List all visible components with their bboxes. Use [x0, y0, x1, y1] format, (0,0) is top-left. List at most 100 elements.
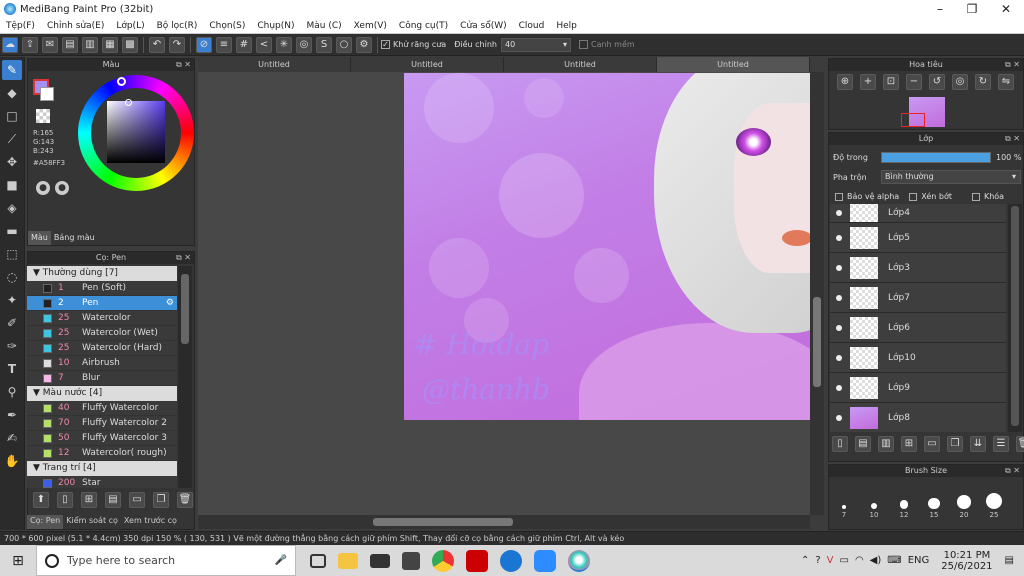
new-layer-icon[interactable]: ▯ [832, 436, 848, 452]
rect-fill-tool-icon[interactable]: ■ [2, 175, 22, 195]
select-eraser-tool-icon[interactable]: ✑ [2, 336, 22, 356]
battery-icon[interactable]: ▭ [839, 555, 848, 566]
duplicate-icon[interactable]: ❐ [153, 492, 169, 508]
task-view-icon[interactable] [310, 553, 326, 568]
medibang-taskbar-icon[interactable] [568, 549, 590, 572]
menu-item[interactable]: Công cụ(T) [393, 21, 454, 31]
folder-icon[interactable]: ▭ [924, 436, 940, 452]
visibility-eye-icon[interactable] [836, 384, 842, 391]
radial-snap-icon[interactable]: ✳ [276, 36, 292, 53]
brush-item[interactable]: 50 Fluffy Watercolor 3 [27, 431, 177, 446]
maximize-button[interactable]: ❐ [956, 0, 988, 18]
layer-row[interactable]: Lớp4 [830, 204, 1006, 223]
dialog-icon[interactable]: ▤ [62, 36, 78, 53]
eraser-tool-icon[interactable]: ◆ [2, 83, 22, 103]
rotate-right-icon[interactable]: ↻ [975, 74, 991, 90]
menu-item[interactable]: Help [550, 21, 583, 31]
file-explorer-icon[interactable] [338, 552, 358, 569]
language-indicator[interactable]: ENG [908, 555, 930, 566]
menu-item[interactable]: Xem(V) [348, 21, 393, 31]
keyboard-icon[interactable]: ⌨ [887, 555, 901, 566]
store-icon[interactable] [402, 551, 420, 570]
tray-chevron-icon[interactable]: ⌃ [801, 555, 809, 566]
brush-panel-tab[interactable]: Cọ: Pen [27, 515, 64, 529]
shape-tool-icon[interactable]: □ [2, 106, 22, 126]
brush-item[interactable]: 12 Watercolor( rough) [27, 446, 177, 461]
clock-time[interactable]: 10:21 PM [944, 550, 991, 561]
panel-close-icon[interactable]: ⧉ ✕ [176, 59, 191, 71]
brush-item[interactable]: 10 Airbrush [27, 356, 177, 371]
gear-icon[interactable]: ⚙ [166, 296, 174, 311]
panel-close-icon[interactable]: ⧉ ✕ [1005, 465, 1020, 477]
notification-icon[interactable]: ▤ [1005, 555, 1014, 566]
ellipse-snap-icon[interactable]: ○ [336, 36, 352, 53]
brush-size-option[interactable]: 12 [889, 500, 919, 519]
tab-document[interactable]: Untitled [351, 57, 504, 72]
visibility-eye-icon[interactable] [836, 414, 842, 421]
clip-checkbox[interactable] [909, 192, 918, 201]
wifi-icon[interactable]: ◠ [855, 555, 864, 566]
opera-icon[interactable] [466, 549, 488, 572]
tab-document[interactable]: Untitled [657, 57, 810, 72]
panel-icon[interactable]: ▦ [102, 36, 118, 53]
cloud-icon[interactable]: ☁ [2, 36, 18, 53]
blend-dropdown[interactable]: Bình thường ▾ [881, 170, 1021, 184]
vanishing-snap-icon[interactable]: < [256, 36, 272, 53]
clock-date[interactable]: 25/6/2021 [941, 561, 992, 572]
mail-icon[interactable] [370, 553, 390, 568]
visibility-eye-icon[interactable] [836, 264, 842, 271]
microphone-icon[interactable]: 🎤 [275, 555, 287, 566]
upload-brush-icon[interactable]: ⬆ [33, 492, 49, 508]
menu-item[interactable]: Tệp(F) [0, 21, 41, 31]
rotate-left-icon[interactable]: ↺ [929, 74, 945, 90]
tab-color[interactable]: Màu [28, 231, 51, 245]
brush-size-option[interactable]: 25 [979, 493, 1009, 519]
layer-row[interactable]: Lớp5 [830, 223, 1006, 253]
new-brush-icon[interactable]: ▯ [57, 492, 73, 508]
brush-group-header[interactable]: ▼ Màu nước [4] [27, 386, 177, 401]
brush-item[interactable]: 40 Fluffy Watercolor [27, 401, 177, 416]
hue-picker-icon[interactable] [117, 77, 126, 86]
artwork[interactable]: # Hoidap @thanhb [404, 73, 810, 420]
brush-size-option[interactable]: 10 [859, 502, 889, 519]
protect-alpha-checkbox[interactable] [835, 192, 843, 201]
divide-tool-icon[interactable]: ⚲ [2, 382, 22, 402]
opacity-slider[interactable] [881, 152, 991, 163]
layer-scrollbar[interactable] [1008, 204, 1022, 432]
menu-item[interactable]: Bộ lọc(R) [151, 21, 204, 31]
new-8bit-layer-icon[interactable]: ▥ [878, 436, 894, 452]
bg-color-swatch[interactable] [40, 87, 54, 101]
edge-icon[interactable] [500, 549, 522, 572]
volume-icon[interactable]: ◀) [870, 555, 882, 566]
eyedropper-tool-icon[interactable]: ✒ [2, 405, 22, 425]
zoom-actual-icon[interactable]: ⊡ [883, 74, 899, 90]
help-icon[interactable]: ? [815, 555, 820, 566]
page-icon[interactable]: ▥ [82, 36, 98, 53]
brush-group-header[interactable]: ▼ Thường dùng [7] [27, 266, 177, 281]
add-brush-icon[interactable]: ⊞ [81, 492, 97, 508]
snap-off-icon[interactable]: ⊘ [196, 36, 212, 53]
brush-item[interactable]: 25 Watercolor (Wet) [27, 326, 177, 341]
chrome-icon[interactable] [432, 549, 454, 572]
layer-row[interactable]: Lớp3 [830, 253, 1006, 283]
brush-size-option[interactable]: 15 [919, 497, 949, 519]
brush-item[interactable]: 1 Pen (Soft) [27, 281, 177, 296]
menu-item[interactable]: Màu (C) [301, 21, 348, 31]
adjust-dropdown[interactable]: 40 ▾ [500, 37, 571, 52]
zoom-icon[interactable] [534, 549, 556, 572]
brush-group-header[interactable]: ▼ Trang trí [4] [27, 461, 177, 476]
smooth-checkbox[interactable] [578, 40, 588, 49]
layer-row[interactable]: Lớp7 [830, 283, 1006, 313]
rotate-reset-icon[interactable]: ◎ [952, 74, 968, 90]
menu-item[interactable]: Chọn(S) [203, 21, 251, 31]
canvas-vscrollbar[interactable] [810, 72, 824, 515]
brush-item[interactable]: 7 Blur [27, 371, 177, 386]
windows-start-icon[interactable]: ⊞ [0, 553, 36, 569]
zoom-fit-icon[interactable]: ⊕ [837, 74, 853, 90]
brush-item[interactable]: 2 Pen ⚙ [27, 296, 177, 311]
zoom-out-icon[interactable]: − [906, 74, 922, 90]
menu-item[interactable]: Cửa sổ(W) [454, 21, 512, 31]
brush-item[interactable]: 25 Watercolor (Hard) [27, 341, 177, 356]
parallel-snap-icon[interactable]: ≡ [216, 36, 232, 53]
undo-icon[interactable]: ↶ [149, 36, 165, 53]
